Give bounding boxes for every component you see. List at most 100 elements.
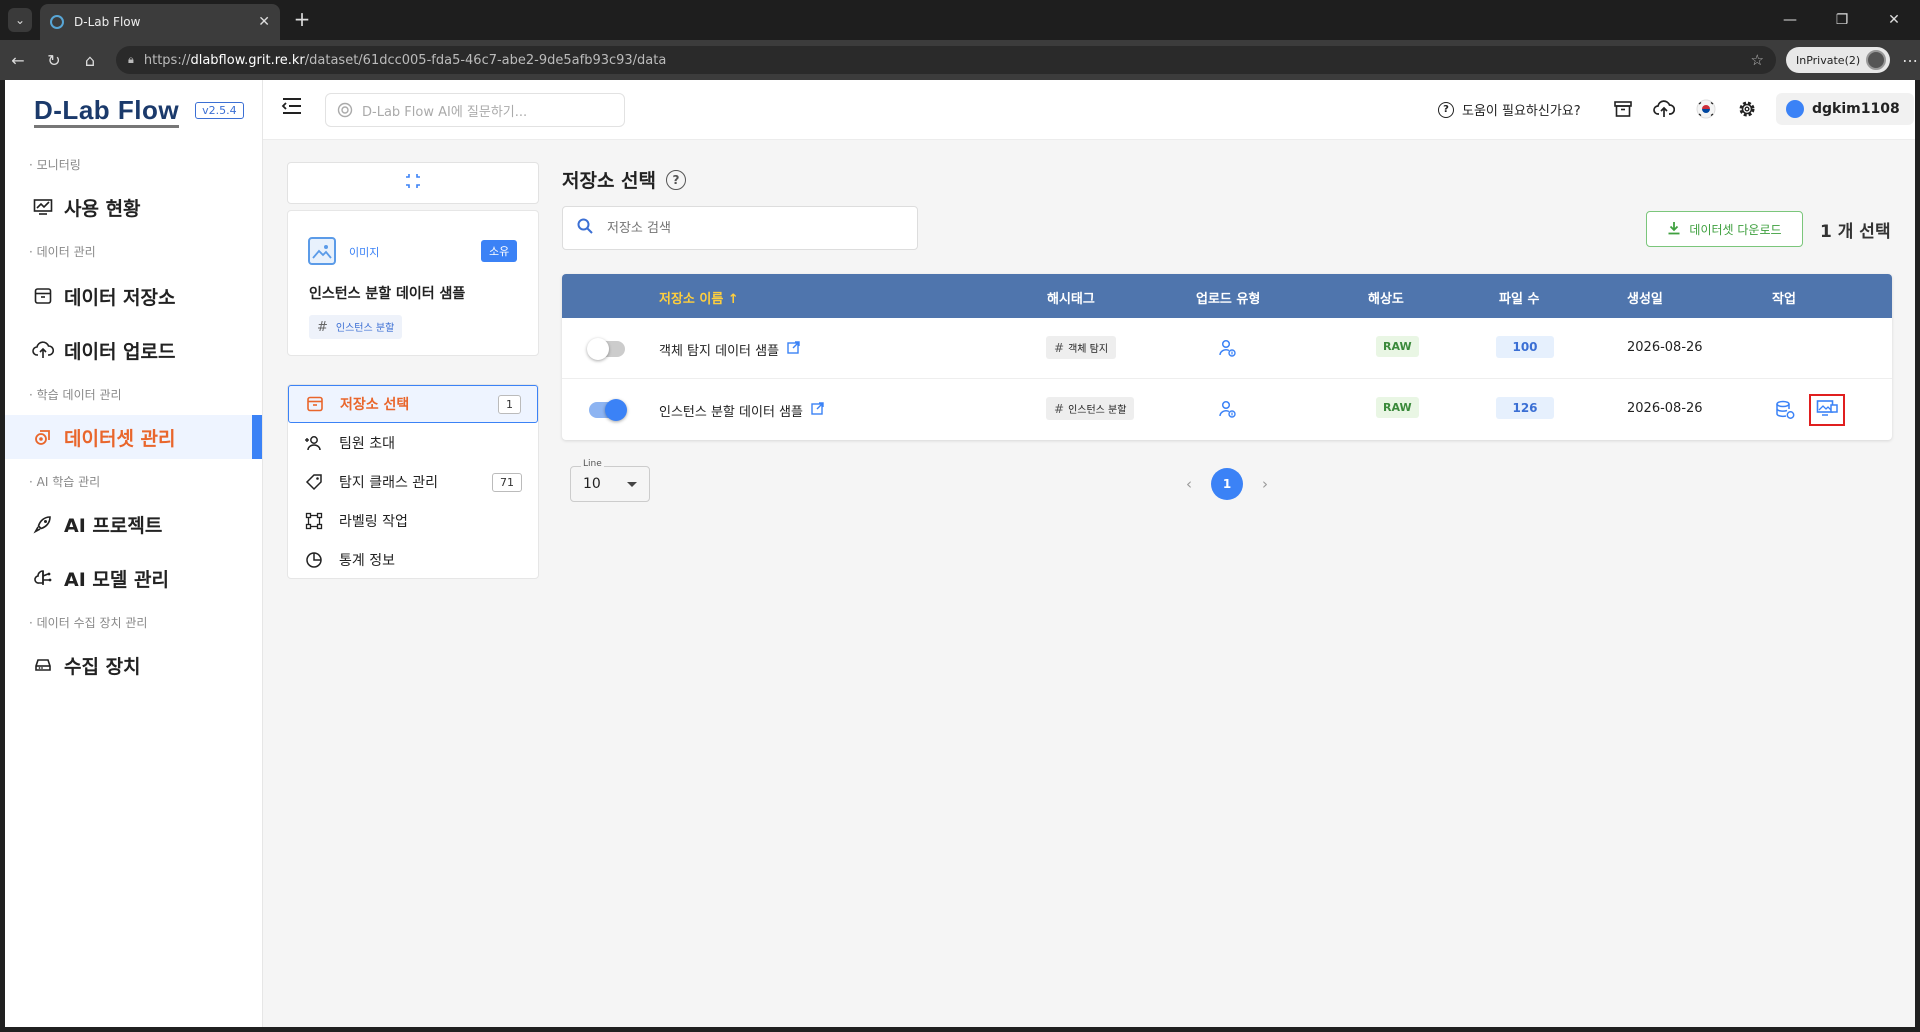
image-type-icon [308, 237, 336, 265]
archive-icon [32, 285, 54, 307]
page-button-current[interactable]: 1 [1211, 468, 1243, 500]
rows-per-page-select[interactable]: Line 10 [570, 459, 650, 502]
column-header-file-count[interactable]: 파일 수 [1499, 288, 1539, 307]
korean-flag-icon[interactable] [1694, 97, 1718, 121]
next-page-icon[interactable]: › [1253, 475, 1277, 493]
menu-item-label: 저장소 선택 [340, 397, 410, 413]
archive-icon [304, 393, 326, 415]
restore-icon[interactable]: ❐ [1816, 0, 1868, 40]
favorite-star-icon[interactable]: ☆ [1751, 51, 1764, 69]
back-icon[interactable]: ← [0, 51, 36, 70]
sidebar-item-dataset-management[interactable]: 데이터셋 관리 [5, 415, 262, 459]
column-header-label: 저장소 이름 [659, 292, 724, 307]
refresh-icon[interactable]: ↻ [36, 51, 72, 70]
sidebar-item-data-storage[interactable]: 데이터 저장소 [5, 274, 262, 318]
column-header-name[interactable]: 저장소 이름 ↑ [659, 288, 739, 307]
device-icon [32, 654, 54, 676]
storage-search-field[interactable] [562, 206, 918, 250]
image-annotate-icon [1816, 398, 1838, 422]
row-hashtag: # 인스턴스 분할 [1046, 397, 1135, 420]
storage-name[interactable]: 객체 탐지 데이터 샘플 [659, 340, 779, 359]
menu-toggle-icon[interactable] [281, 96, 303, 116]
sort-asc-icon: ↑ [727, 292, 739, 307]
menu-item-label: 탐지 클래스 관리 [339, 475, 439, 491]
close-window-icon[interactable]: ✕ [1868, 0, 1920, 40]
page-title-text: 저장소 선택 [562, 170, 657, 192]
sidebar-item-devices[interactable]: 수집 장치 [5, 643, 262, 687]
external-link-icon[interactable] [787, 341, 800, 358]
inprivate-profile-button[interactable]: InPrivate(2) [1786, 47, 1891, 73]
url-path: /dataset/61dcc005-fda5-46c7-abe2-9de5afb… [304, 52, 667, 68]
help-circle-icon[interactable]: ? [666, 169, 687, 190]
version-badge: v2.5.4 [195, 101, 244, 119]
gear-icon[interactable] [1735, 97, 1759, 121]
sidebar-item-usage[interactable]: 사용 현황 [5, 185, 262, 229]
close-tab-icon[interactable]: ✕ [258, 14, 270, 30]
url-field[interactable]: 🔒︎ https://dlabflow.grit.re.kr/dataset/6… [116, 46, 1776, 74]
ai-question-input[interactable]: D-Lab Flow AI에 질문하기... [325, 93, 625, 127]
browser-tab[interactable]: D-Lab Flow ✕ [40, 4, 280, 40]
storage-name[interactable]: 인스턴스 분할 데이터 샘플 [659, 401, 803, 420]
user-menu-button[interactable]: dgkim1108 [1776, 93, 1914, 125]
sidebar-section-training-data: · 학습 데이터 관리 [29, 388, 122, 402]
table-row: 인스턴스 분할 데이터 샘플 # 인스턴스 분할 RAW 126 2026-08-… [562, 379, 1892, 440]
cloud-upload-icon[interactable] [1652, 97, 1676, 121]
sidebar-section-ai-training: · AI 학습 관리 [29, 475, 101, 489]
page-title: 저장소 선택 ? [562, 166, 687, 193]
menu-item-storage-select[interactable]: 저장소 선택 1 [288, 385, 538, 423]
created-date: 2026-08-26 [1627, 340, 1703, 355]
pagination: ‹ 1 › [1177, 468, 1277, 500]
rows-per-page-label: Line [581, 459, 604, 469]
person-add-icon [303, 432, 325, 454]
row-select-toggle[interactable] [587, 338, 625, 360]
tab-actions-chevron-icon[interactable]: ⌄ [8, 8, 32, 32]
new-tab-icon[interactable]: + [290, 7, 314, 31]
external-link-icon[interactable] [811, 402, 824, 419]
sidebar-item-ai-project[interactable]: AI 프로젝트 [5, 502, 262, 546]
row-select-toggle[interactable] [589, 399, 627, 421]
address-bar: ← ↻ ⌂ 🔒︎ https://dlabflow.grit.re.kr/dat… [0, 40, 1920, 80]
menu-item-statistics[interactable]: 통계 정보 [288, 541, 538, 579]
column-header-resolution[interactable]: 해상도 [1368, 288, 1404, 307]
help-link[interactable]: ? 도움이 필요하신가요? [1438, 100, 1581, 119]
menu-item-invite-member[interactable]: 팀원 초대 [288, 424, 538, 462]
row-hashtag-label: 객체 탐지 [1068, 344, 1109, 355]
resolution-badge: RAW [1376, 336, 1419, 357]
download-icon [1667, 221, 1681, 238]
lock-icon[interactable]: 🔒︎ [128, 53, 134, 67]
database-settings-icon[interactable] [1774, 399, 1796, 421]
pie-chart-icon [303, 549, 325, 571]
more-menu-icon[interactable]: ⋯ [1902, 51, 1918, 70]
collapse-arrows-icon [404, 172, 422, 194]
collapse-panel-button[interactable] [287, 162, 539, 204]
sidebar-item-ai-model[interactable]: AI 모델 관리 [5, 556, 262, 600]
home-icon[interactable]: ⌂ [72, 51, 108, 70]
column-header-created[interactable]: 생성일 [1627, 288, 1663, 307]
menu-item-detection-classes[interactable]: 탐지 클래스 관리 71 [288, 463, 538, 501]
dataset-download-button[interactable]: 데이터셋 다운로드 [1646, 211, 1803, 247]
menu-item-count: 1 [498, 394, 521, 414]
app-logo[interactable]: D-Lab Flow [34, 94, 180, 128]
created-date: 2026-08-26 [1627, 401, 1703, 416]
download-label: 데이터셋 다운로드 [1689, 222, 1782, 237]
column-header-upload-type[interactable]: 업로드 유형 [1196, 288, 1260, 307]
sidebar-item-label: AI 모델 관리 [64, 568, 169, 591]
archive-box-icon[interactable] [1611, 97, 1635, 121]
sidebar-item-data-upload[interactable]: 데이터 업로드 [5, 328, 262, 372]
storage-search-input[interactable] [607, 220, 887, 236]
dataset-type-label: 이미지 [349, 246, 380, 259]
tag-icon [303, 471, 325, 493]
prev-page-icon[interactable]: ‹ [1177, 475, 1201, 493]
cloud-upload-icon [32, 339, 54, 361]
column-header-actions: 작업 [1772, 292, 1796, 307]
minimize-icon[interactable]: — [1764, 0, 1816, 40]
url-host: dlabflow.grit.re.kr [190, 52, 305, 68]
sidebar-section-devices: · 데이터 수집 장치 관리 [29, 616, 148, 630]
help-circle-icon: ? [1438, 101, 1454, 118]
menu-item-labeling[interactable]: 라벨링 작업 [288, 502, 538, 540]
column-header-hashtag[interactable]: 해시태그 [1047, 288, 1095, 307]
monitor-chart-icon [32, 196, 54, 218]
menu-item-count: 71 [492, 472, 522, 492]
row-hashtag: # 객체 탐지 [1046, 336, 1117, 359]
labeling-editor-button[interactable] [1809, 394, 1845, 426]
